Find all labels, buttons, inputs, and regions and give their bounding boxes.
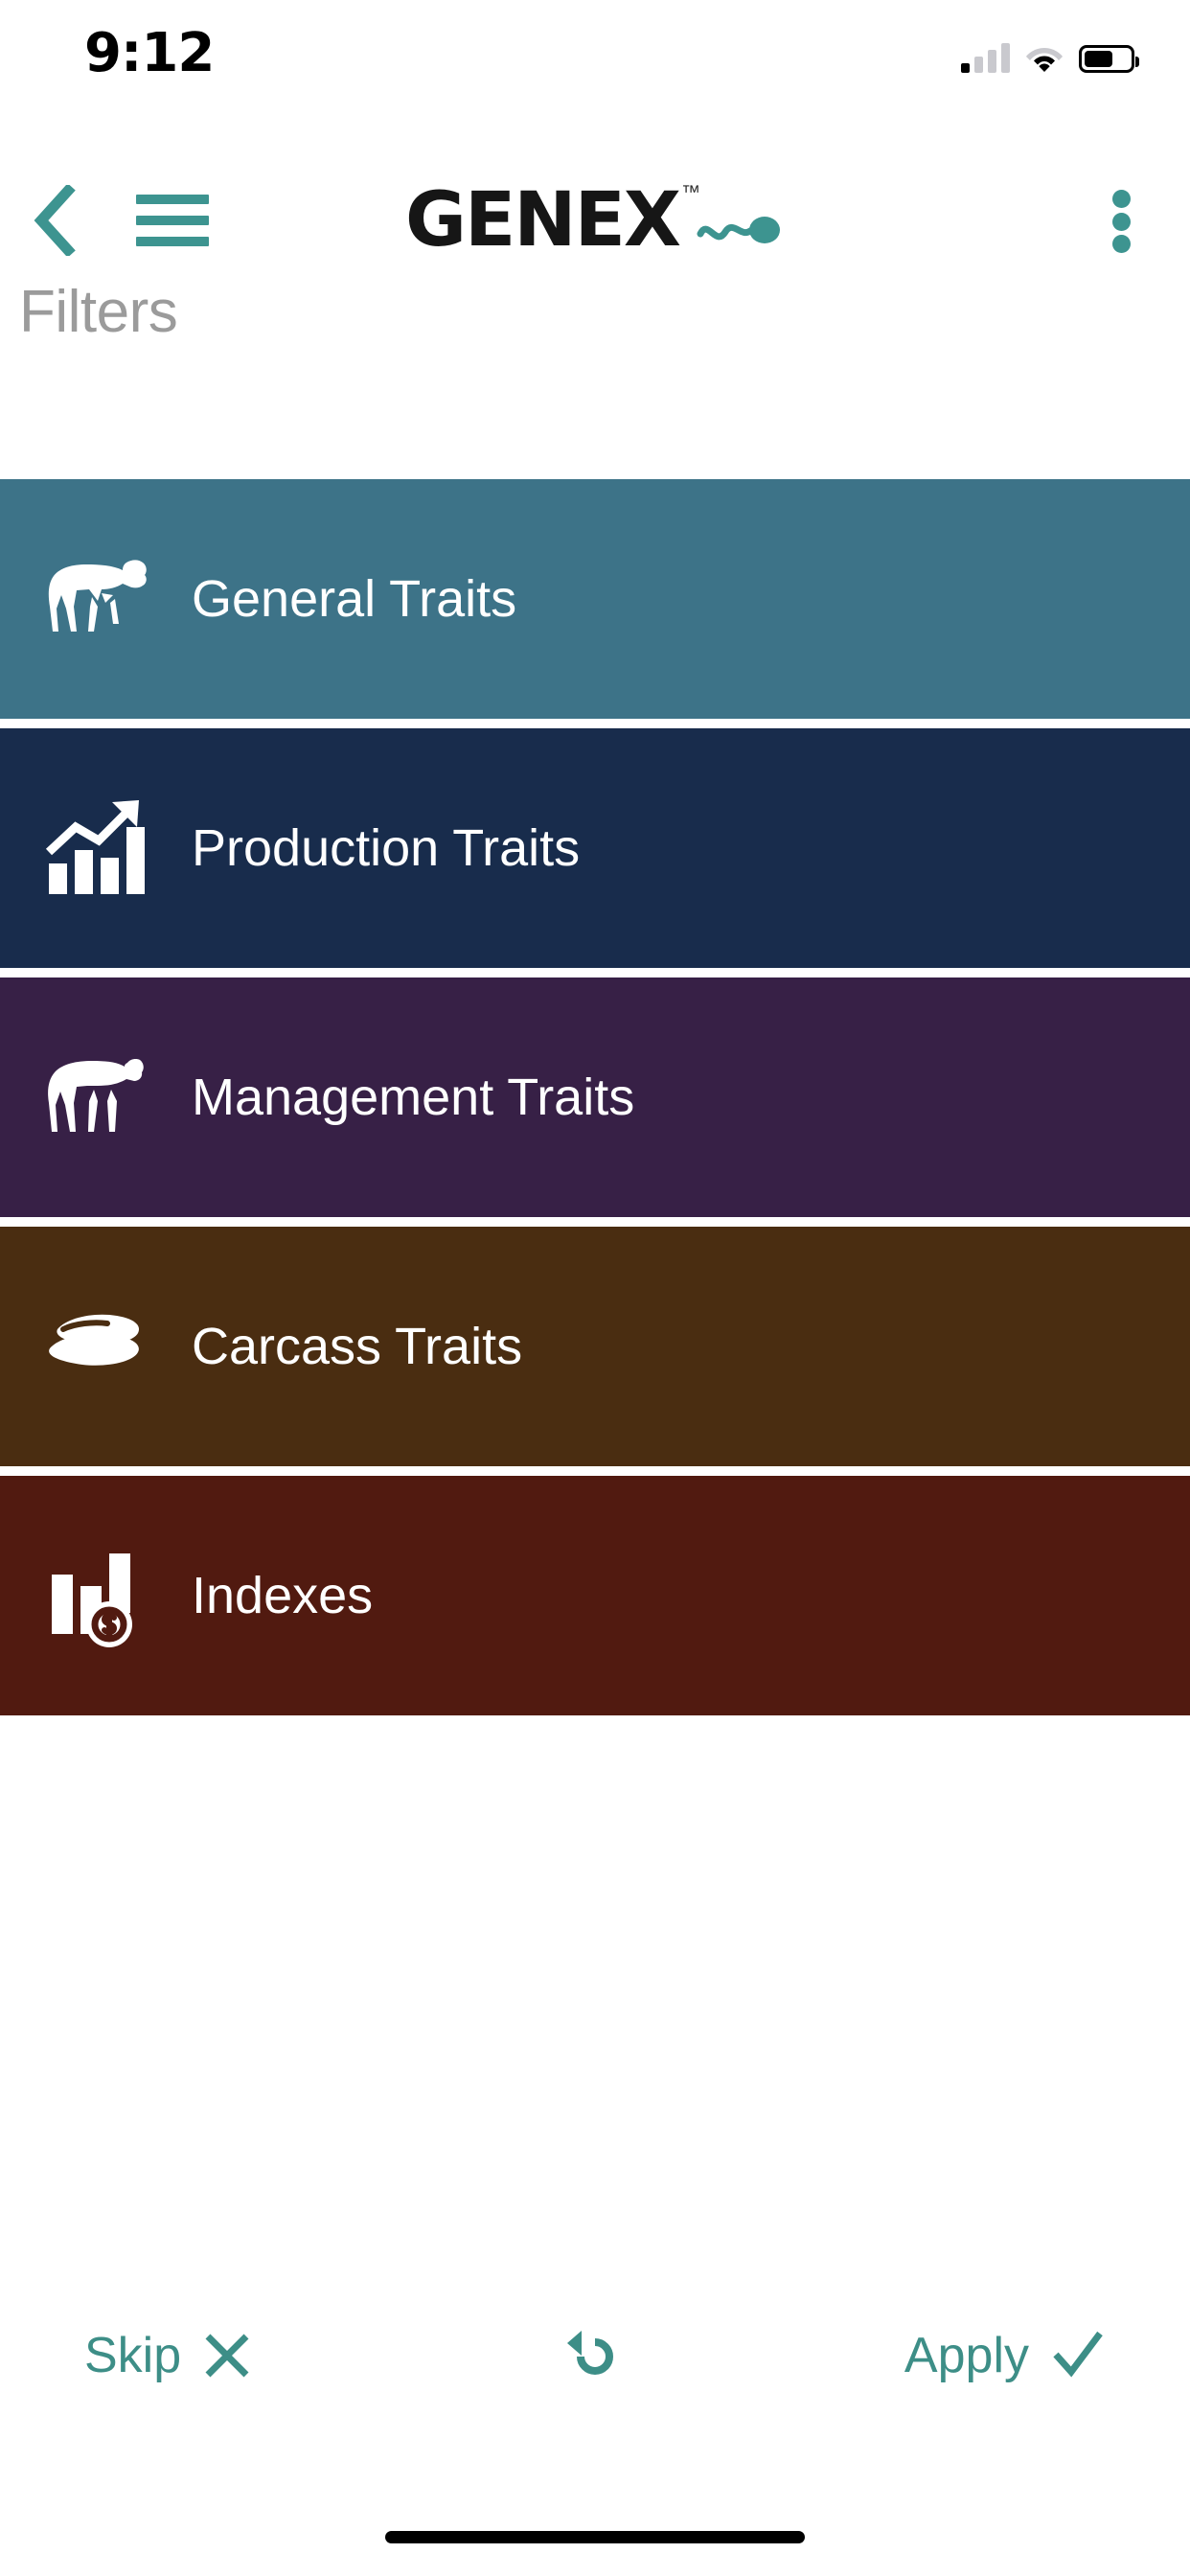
apply-button[interactable]: Apply: [904, 2327, 1106, 2384]
overflow-menu-button[interactable]: [1087, 186, 1156, 257]
app-logo[interactable]: GENEX ™: [0, 174, 1190, 266]
app-screen: 9:12 GENEX ™ Filters General Traits Prod…: [0, 0, 1190, 2576]
battery-icon: [1079, 45, 1139, 73]
status-bar-clock: 9:12: [84, 22, 215, 84]
wifi-icon: [1026, 48, 1063, 72]
bull-icon: [0, 549, 192, 649]
home-indicator-bar: [385, 2531, 805, 2543]
status-bar: 9:12: [0, 0, 1190, 96]
filter-row-management-traits[interactable]: Management Traits: [0, 978, 1190, 1217]
filter-row-production-traits[interactable]: Production Traits: [0, 728, 1190, 968]
app-logo-text: GENEX: [404, 177, 681, 264]
app-logo-trademark: ™: [681, 182, 700, 203]
filter-label: Carcass Traits: [192, 1318, 523, 1375]
filter-label: Management Traits: [192, 1069, 635, 1126]
filter-row-general-traits[interactable]: General Traits: [0, 479, 1190, 719]
filter-row-indexes[interactable]: Indexes: [0, 1476, 1190, 1715]
filter-category-list: General Traits Production Traits Managem…: [0, 479, 1190, 1725]
filter-row-carcass-traits[interactable]: Carcass Traits: [0, 1227, 1190, 1466]
cellular-signal-icon: [961, 43, 1010, 73]
bar-chart-trend-up-icon: [0, 798, 192, 898]
app-header: GENEX ™: [0, 165, 1190, 278]
filter-label: General Traits: [192, 570, 517, 628]
action-bar: Skip Apply: [0, 2300, 1190, 2434]
filter-label: Indexes: [192, 1567, 374, 1624]
kebab-dot: [1111, 212, 1131, 231]
cow-icon: [0, 1047, 192, 1147]
sperm-swoosh-icon: [697, 217, 780, 243]
filter-label: Production Traits: [192, 819, 581, 877]
check-icon: [1053, 2331, 1103, 2378]
kebab-dot: [1111, 190, 1131, 208]
status-bar-indicators: [961, 29, 1139, 73]
rotate-ccw-reset-icon: [567, 2331, 613, 2375]
page-title: Filters: [19, 279, 178, 345]
apply-label: Apply: [904, 2328, 1029, 2383]
bar-chart-dollar-icon: [0, 1542, 192, 1649]
steak-cut-icon: [0, 1306, 192, 1387]
kebab-dot: [1111, 235, 1131, 253]
